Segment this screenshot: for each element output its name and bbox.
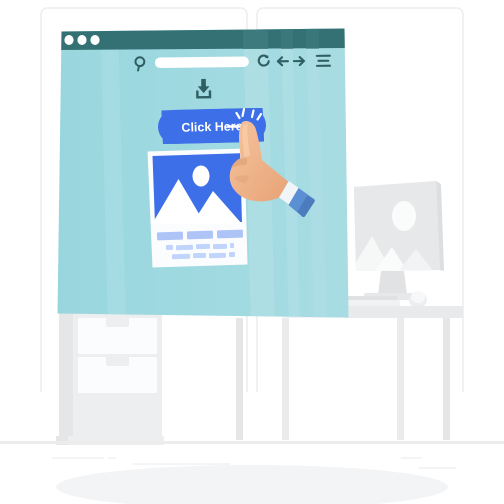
placeholder-bar [216,229,244,239]
placeholder-bar [228,251,236,258]
cabinet-handle-2[interactable] [106,318,129,327]
sun-icon [192,165,210,187]
desk [236,306,463,440]
monitor-wallpaper [354,181,440,271]
sun-icon [392,201,416,231]
floor [0,441,504,504]
dot-close-icon[interactable] [64,35,74,45]
search-input[interactable] [154,56,249,68]
placeholder-bar [156,231,184,241]
cabinet-handle-3[interactable] [106,357,129,366]
placeholder-bar [165,244,174,251]
placeholder-bar [186,230,214,240]
image-placeholder-icon [152,153,242,224]
browser-window: Click Here [57,28,349,318]
placeholder-bar [171,253,191,260]
placeholder-bar [229,242,235,249]
desktop-monitor [354,181,444,300]
illustration-scene: Click Here [0,0,504,504]
placeholder-bar [195,243,211,250]
dot-minimize-icon[interactable] [77,35,87,45]
illustration-svg: Click Here [0,7,504,504]
dot-maximize-icon[interactable] [90,35,100,45]
floor-shadow [56,465,448,504]
placeholder-bar [175,244,194,251]
monitor-stand [378,271,407,295]
browser-titlebar [58,28,349,50]
desk-leg [236,318,243,440]
desk-leg [443,318,450,440]
desk-leg [282,318,289,440]
placeholder-bar [192,252,207,259]
desk-leg [397,318,404,440]
placeholder-bar [208,252,227,259]
placeholder-bar [212,243,228,250]
